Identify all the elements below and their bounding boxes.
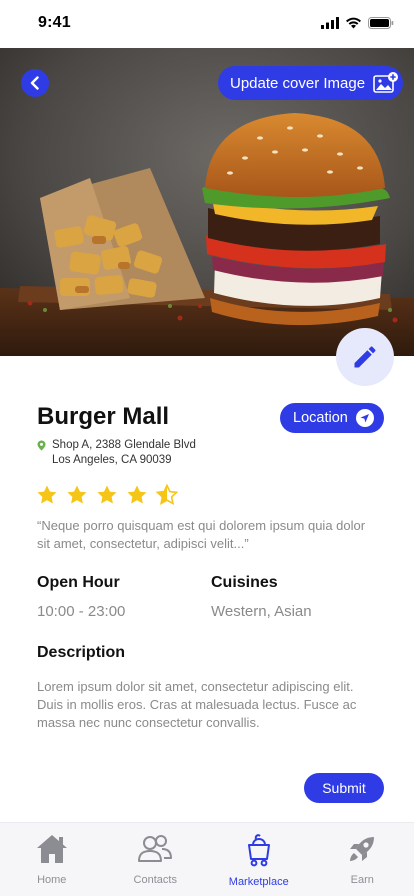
update-cover-label: Update cover Image <box>230 74 366 92</box>
review-quote: “Neque porro quisquam est qui dolorem ip… <box>37 518 366 551</box>
rating-stars <box>36 484 178 506</box>
cuisines-label: Cuisines <box>211 574 278 591</box>
tab-bar: Home Contacts Marketplace Earn <box>0 822 414 896</box>
tab-marketplace-label: Marketplace <box>228 876 289 888</box>
home-icon <box>36 835 67 863</box>
signal-icon <box>321 17 339 29</box>
tab-marketplace[interactable]: Marketplace <box>207 823 311 896</box>
battery-icon <box>368 17 394 29</box>
star-icon <box>97 485 117 504</box>
edit-button[interactable] <box>336 328 394 386</box>
star-icon <box>156 484 178 506</box>
star-icon <box>67 485 87 504</box>
add-image-icon <box>373 72 399 93</box>
location-label: Location <box>293 410 348 426</box>
map-pin-icon <box>37 440 46 451</box>
status-bar: 9:41 <box>0 0 414 48</box>
tab-home[interactable]: Home <box>0 823 104 896</box>
address-line-2: Los Angeles, CA 90039 <box>52 454 172 466</box>
chevron-left-icon <box>30 76 39 90</box>
open-hour-label: Open Hour <box>37 574 120 591</box>
tab-contacts-label: Contacts <box>133 874 177 886</box>
rocket-icon <box>350 837 375 861</box>
submit-button[interactable]: Submit <box>304 773 384 803</box>
tab-earn[interactable]: Earn <box>311 823 414 896</box>
tab-home-label: Home <box>37 874 67 886</box>
pencil-icon <box>354 346 376 368</box>
star-icon <box>127 485 147 504</box>
wifi-icon <box>346 17 361 29</box>
tab-earn-label: Earn <box>350 874 374 886</box>
description-label: Description <box>37 644 126 661</box>
status-icons <box>321 17 394 29</box>
tab-contacts[interactable]: Contacts <box>104 823 208 896</box>
location-button[interactable]: Location <box>280 403 384 433</box>
description-text: Lorem ipsum dolor sit amet, consectetur … <box>37 679 357 730</box>
back-button[interactable] <box>21 69 49 97</box>
restaurant-name: Burger Mall <box>37 403 170 430</box>
cuisines-value: Western, Asian <box>211 603 312 620</box>
contacts-icon <box>138 835 173 862</box>
marketplace-icon <box>247 834 270 867</box>
status-time: 9:41 <box>38 14 71 31</box>
open-hour-value: 10:00 - 23:00 <box>37 603 126 620</box>
star-icon <box>37 485 57 504</box>
address: Shop A, 2388 Glendale Blvd Los Angeles, … <box>37 438 196 468</box>
address-line-1: Shop A, 2388 Glendale Blvd <box>52 439 196 451</box>
navigation-icon <box>355 409 374 427</box>
update-cover-button[interactable]: Update cover Image <box>218 66 403 100</box>
